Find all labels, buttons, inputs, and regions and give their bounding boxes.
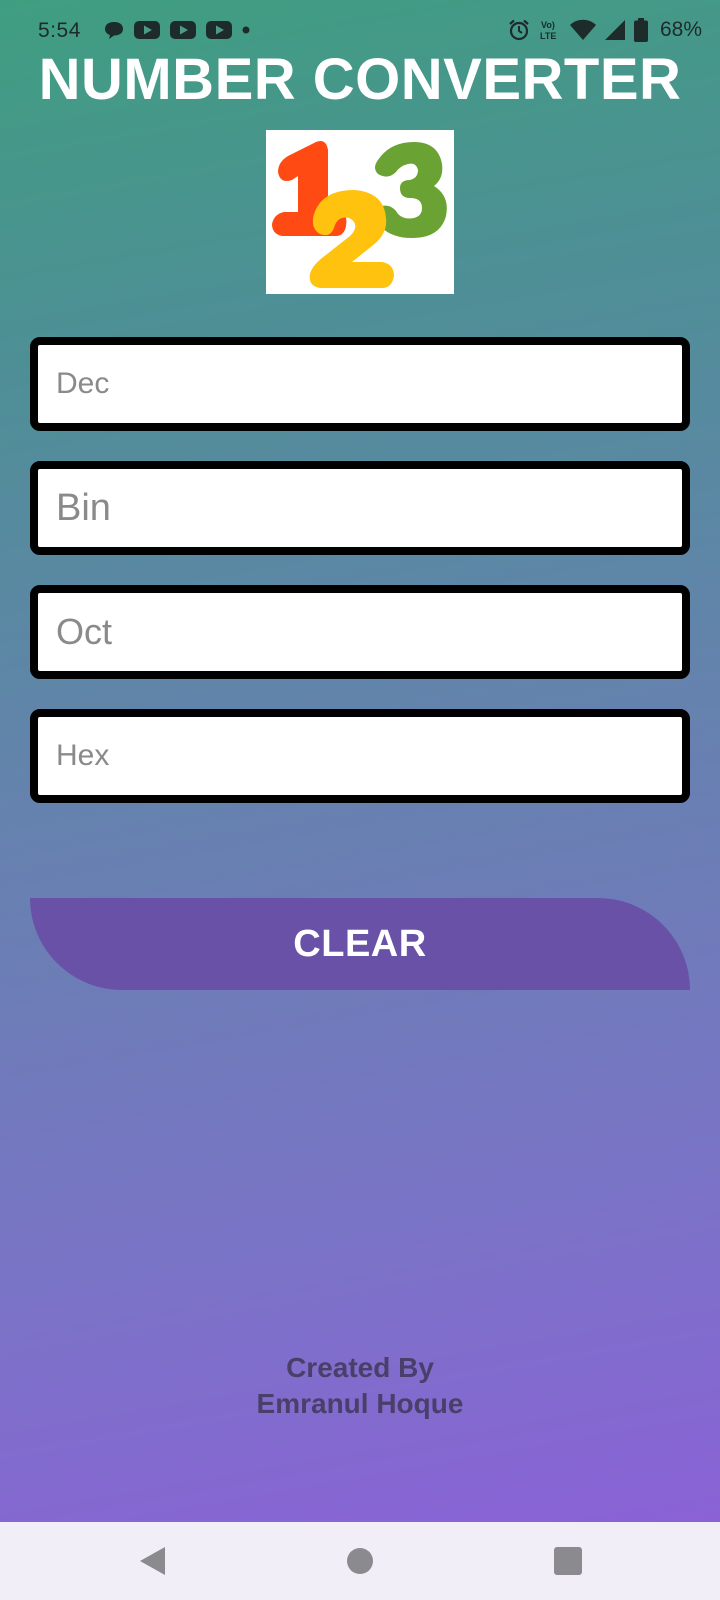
page-title: NUMBER CONVERTER [38, 47, 682, 112]
battery-percent: 68% [659, 18, 702, 41]
battery-icon [633, 18, 648, 42]
youtube-icon [134, 20, 160, 40]
svg-text:LTE: LTE [540, 31, 556, 41]
bin-input[interactable] [38, 469, 682, 547]
home-icon [347, 1548, 373, 1574]
wifi-icon [569, 19, 596, 41]
numbers-123-logo-icon [266, 130, 454, 294]
app-screen: 5:54 Vo) LTE 68% NUMBER CONVERTER Dec Bi… [0, 0, 720, 1522]
home-button[interactable] [338, 1539, 382, 1583]
dec-input[interactable] [38, 345, 682, 423]
dec-field[interactable] [30, 337, 690, 431]
recents-button[interactable] [546, 1539, 590, 1583]
system-icons: Vo) LTE 68% [508, 18, 702, 42]
alarm-icon [508, 19, 530, 41]
credits-line-1: Created By [286, 1352, 434, 1383]
volte-icon: Vo) LTE [538, 18, 562, 42]
navigation-bar [0, 1522, 720, 1600]
credits-line-2: Emranul Hoque [256, 1388, 464, 1419]
svg-text:Vo): Vo) [541, 20, 555, 30]
status-time: 5:54 [38, 19, 81, 42]
youtube-icon [170, 20, 196, 40]
bin-field[interactable] [30, 461, 690, 555]
youtube-icon [206, 20, 232, 40]
back-icon [140, 1547, 165, 1575]
credits: Created By Emranul Hoque [0, 1350, 720, 1422]
oct-input[interactable] [38, 593, 682, 671]
notification-icons [104, 20, 250, 40]
chat-bubble-icon [104, 20, 124, 40]
back-button[interactable] [130, 1539, 174, 1583]
cell-signal-icon [604, 19, 626, 41]
dot-icon [242, 26, 250, 34]
recents-icon [554, 1547, 582, 1575]
clear-button[interactable]: CLEAR [30, 898, 690, 990]
hex-field[interactable] [30, 709, 690, 803]
oct-field[interactable] [30, 585, 690, 679]
hex-input[interactable] [38, 717, 682, 795]
